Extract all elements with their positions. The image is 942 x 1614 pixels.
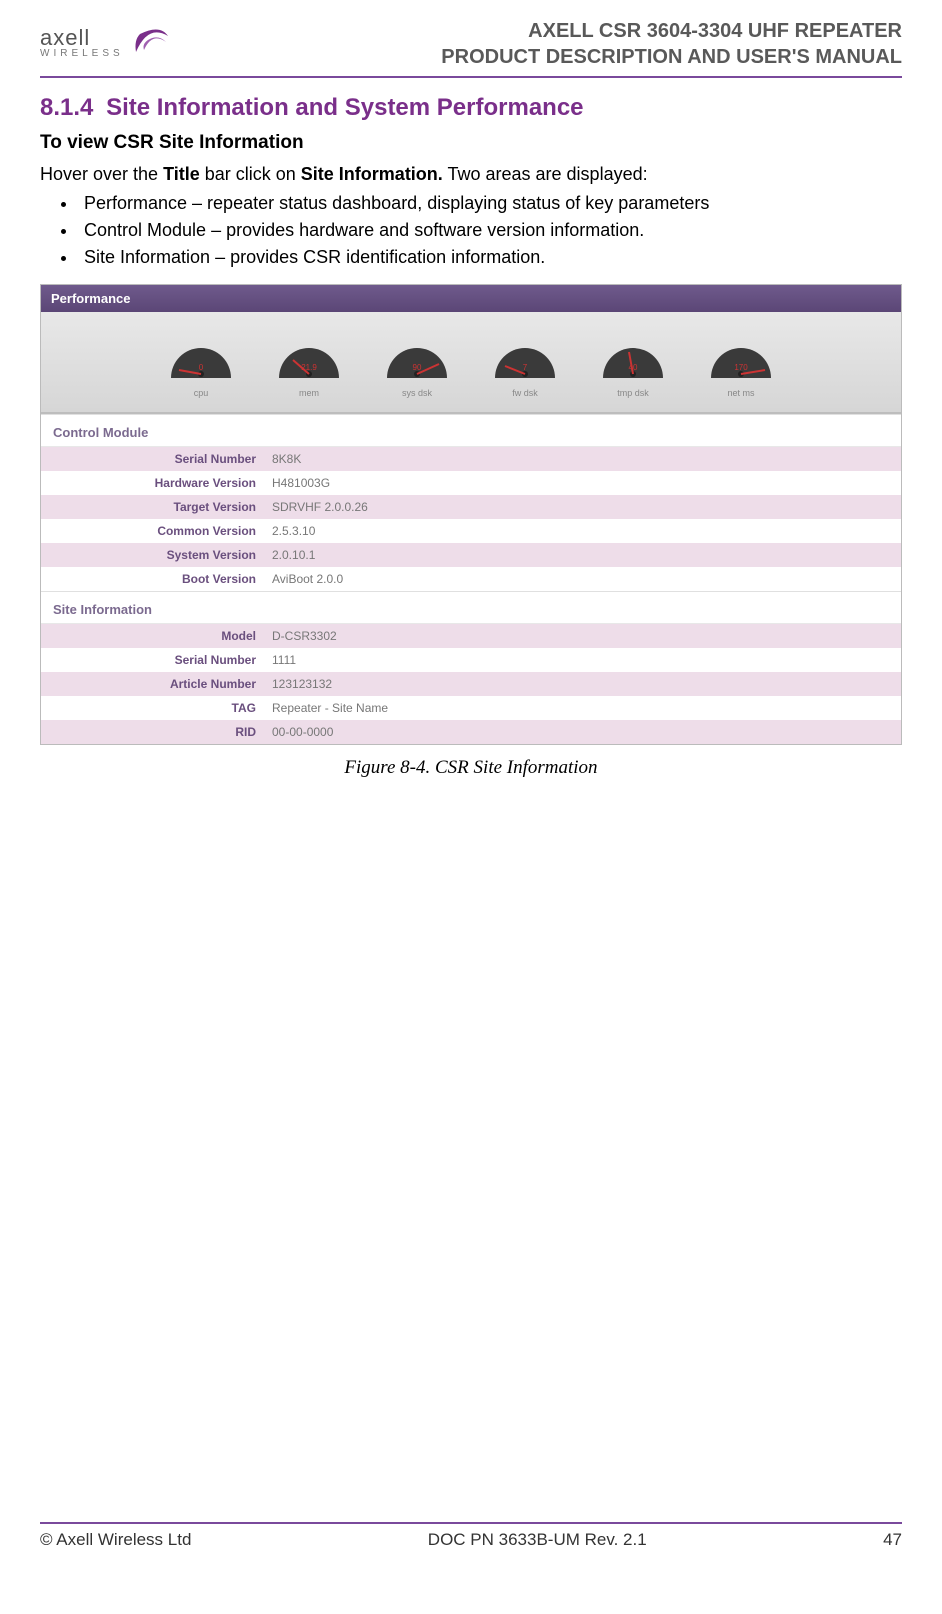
section-title: Site Information and System Performance xyxy=(106,94,583,121)
page-header: axell WIRELESS AXELL CSR 3604-3304 UHF R… xyxy=(40,18,902,76)
gauge-label: fw dsk xyxy=(512,388,538,398)
table-row: TAGRepeater - Site Name xyxy=(41,696,901,720)
section-number: 8.1.4 xyxy=(40,94,93,121)
gauge-sys-dsk: 90 sys dsk xyxy=(373,326,461,398)
subheading: To view CSR Site Information xyxy=(40,132,902,154)
svg-text:170: 170 xyxy=(734,363,748,372)
logo: axell WIRELESS xyxy=(40,18,174,67)
table-row: Hardware VersionH481003G xyxy=(41,471,901,495)
table-row: Serial Number1111 xyxy=(41,648,901,672)
gauges-row: 0 cpu 21.9 mem 90 sys dsk 7 fw dsk 40 tm… xyxy=(41,312,901,414)
gauge-net-ms: 170 net ms xyxy=(697,326,785,398)
svg-text:7: 7 xyxy=(523,363,528,372)
svg-text:40: 40 xyxy=(629,363,638,372)
control-module-title: Control Module xyxy=(41,414,901,447)
section-heading: 8.1.4 Site Information and System Perfor… xyxy=(40,94,902,122)
intro-paragraph: Hover over the Title bar click on Site I… xyxy=(40,162,902,187)
table-row: Target VersionSDRVHF 2.0.0.26 xyxy=(41,495,901,519)
table-row: Article Number123123132 xyxy=(41,672,901,696)
site-information-title: Site Information xyxy=(41,591,901,624)
gauge-cpu: 0 cpu xyxy=(157,326,245,398)
logo-icon xyxy=(130,18,174,67)
list-item: Control Module – provides hardware and s… xyxy=(78,220,902,241)
footer-docnum: DOC PN 3633B-UM Rev. 2.1 xyxy=(428,1530,647,1550)
doc-title-line2: PRODUCT DESCRIPTION AND USER'S MANUAL xyxy=(441,44,902,70)
doc-title-line1: AXELL CSR 3604-3304 UHF REPEATER xyxy=(441,18,902,44)
table-row: ModelD-CSR3302 xyxy=(41,624,901,648)
svg-text:21.9: 21.9 xyxy=(301,363,317,372)
gauge-label: cpu xyxy=(194,388,209,398)
table-row: RID00-00-0000 xyxy=(41,720,901,744)
gauge-tmp-dsk: 40 tmp dsk xyxy=(589,326,677,398)
performance-panel-title: Performance xyxy=(41,285,901,312)
list-item: Performance – repeater status dashboard,… xyxy=(78,193,902,214)
table-row: Common Version2.5.3.10 xyxy=(41,519,901,543)
page-footer: © Axell Wireless Ltd DOC PN 3633B-UM Rev… xyxy=(40,1522,902,1550)
gauge-label: net ms xyxy=(727,388,754,398)
site-information-table: ModelD-CSR3302 Serial Number1111 Article… xyxy=(41,624,901,744)
svg-text:90: 90 xyxy=(413,363,422,372)
table-row: System Version2.0.10.1 xyxy=(41,543,901,567)
figure-caption: Figure 8-4. CSR Site Information xyxy=(40,757,902,779)
table-row: Serial Number8K8K xyxy=(41,447,901,471)
list-item: Site Information – provides CSR identifi… xyxy=(78,247,902,268)
brand-main: axell xyxy=(40,27,124,49)
footer-pagenum: 47 xyxy=(883,1530,902,1550)
app-screenshot: Performance 0 cpu 21.9 mem 90 sys dsk 7 … xyxy=(40,284,902,745)
bullet-list: Performance – repeater status dashboard,… xyxy=(78,193,902,268)
control-module-table: Serial Number8K8K Hardware VersionH48100… xyxy=(41,447,901,591)
gauge-mem: 21.9 mem xyxy=(265,326,353,398)
header-rule xyxy=(40,76,902,78)
gauge-label: mem xyxy=(299,388,319,398)
gauge-fw-dsk: 7 fw dsk xyxy=(481,326,569,398)
svg-text:0: 0 xyxy=(199,363,204,372)
doc-title: AXELL CSR 3604-3304 UHF REPEATER PRODUCT… xyxy=(441,18,902,70)
table-row: Boot VersionAviBoot 2.0.0 xyxy=(41,567,901,591)
gauge-label: sys dsk xyxy=(402,388,432,398)
brand-sub: WIRELESS xyxy=(40,49,124,59)
gauge-label: tmp dsk xyxy=(617,388,649,398)
footer-copyright: © Axell Wireless Ltd xyxy=(40,1530,191,1550)
